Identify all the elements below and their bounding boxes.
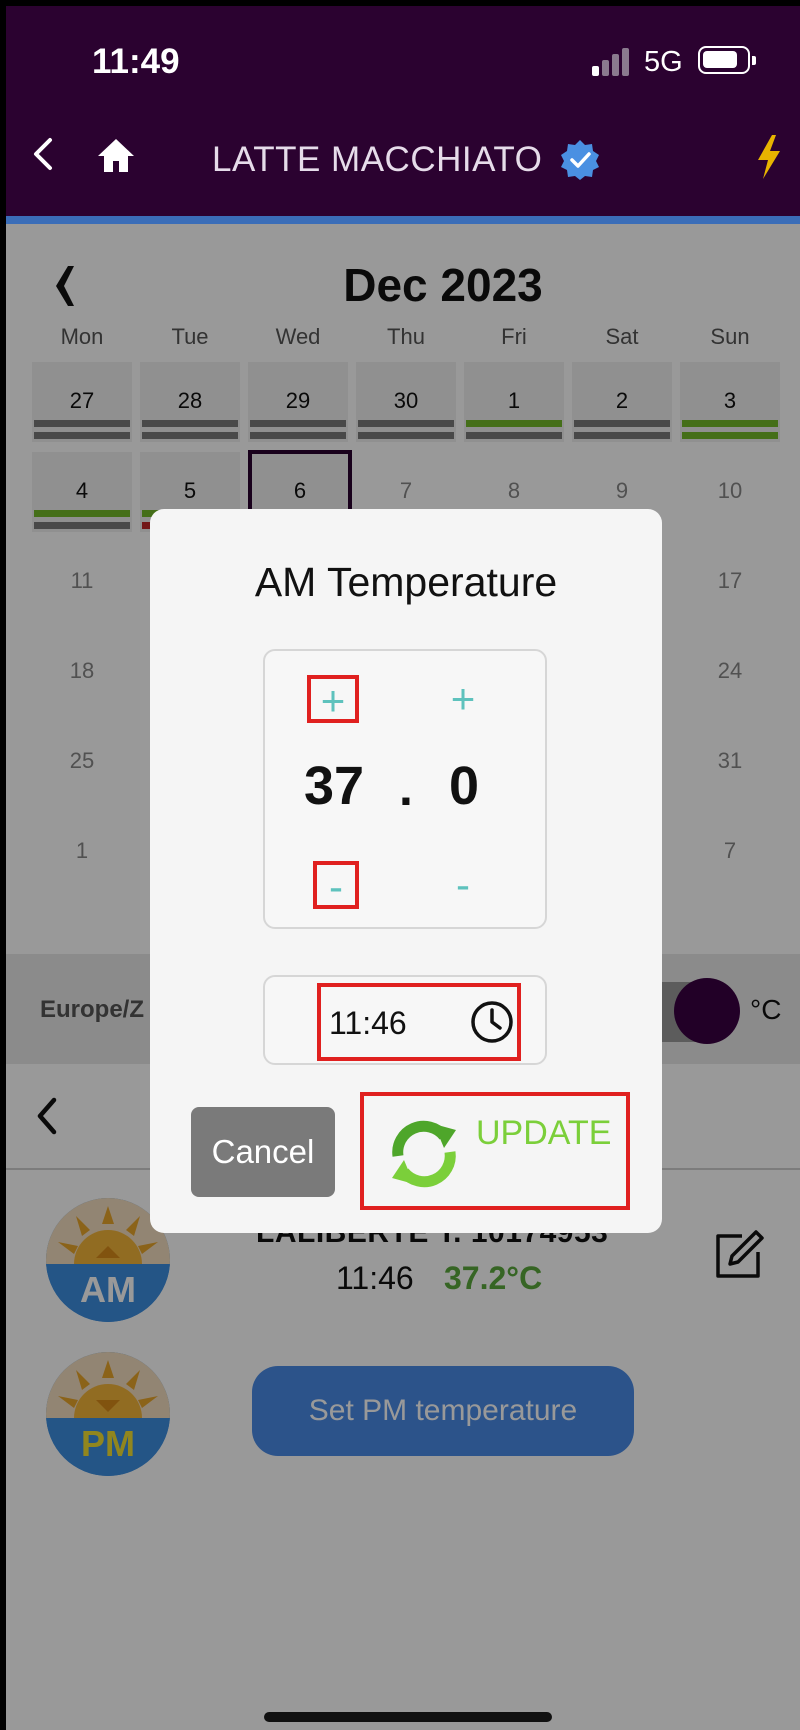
temperature-decimal: 0 (448, 756, 480, 816)
status-time: 11:49 (92, 42, 180, 81)
home-indicator (264, 1712, 552, 1722)
time-input[interactable]: 11:46 (317, 983, 521, 1061)
update-label: UPDATE (476, 1114, 612, 1152)
dialog-title: AM Temperature (254, 559, 558, 605)
am-temperature-dialog: AM Temperature + + 37 . 0 - - 11:46 Canc… (150, 509, 662, 1233)
verified-badge-icon (561, 140, 599, 180)
network-type: 5G (644, 46, 683, 78)
home-icon[interactable] (96, 136, 136, 174)
cancel-button[interactable]: Cancel (191, 1107, 335, 1197)
temperature-stepper: + + 37 . 0 - - (263, 649, 547, 929)
increase-decimal-button[interactable]: + (437, 675, 489, 723)
page-title: LATTE MACCHIATO (212, 140, 543, 179)
time-value: 11:46 (329, 1005, 407, 1041)
app-header: 11:49 5G LATTE MACCHIATO (6, 6, 800, 216)
signal-icon (592, 48, 632, 76)
header-divider (6, 216, 800, 224)
battery-icon (698, 46, 756, 74)
increase-integer-button[interactable]: + (307, 675, 359, 723)
decrease-integer-button[interactable]: - (313, 861, 359, 909)
back-icon[interactable] (24, 134, 64, 174)
update-button[interactable]: UPDATE (360, 1092, 630, 1210)
decrease-decimal-button[interactable]: - (437, 861, 489, 909)
refresh-icon (392, 1120, 456, 1188)
decimal-separator: . (399, 760, 413, 816)
time-picker: 11:46 (263, 975, 547, 1065)
flash-icon[interactable] (754, 134, 784, 180)
clock-icon[interactable] (469, 999, 515, 1045)
temperature-integer: 37 (303, 756, 365, 816)
phone-screen: 11:49 5G LATTE MACCHIATO Dec 2023 Mon Tu… (6, 6, 800, 1730)
